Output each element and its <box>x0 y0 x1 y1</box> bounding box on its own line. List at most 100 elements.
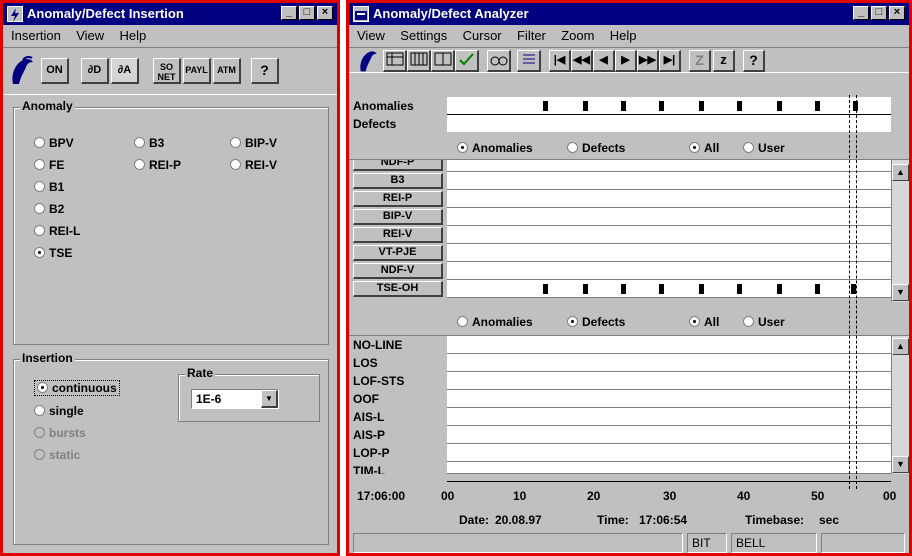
scroll-up-icon[interactable]: ▲ <box>892 164 909 181</box>
radio-fe[interactable]: FE <box>34 158 64 172</box>
scroll-down-icon[interactable]: ▼ <box>892 456 909 473</box>
filter-top-all[interactable]: All <box>689 141 719 155</box>
row-button-ndf-p[interactable]: NDF-P <box>353 160 443 171</box>
delta-d-button[interactable]: ∂D <box>81 58 109 84</box>
analyzer-window: Anomaly/Defect Analyzer _ □ × View Setti… <box>346 0 912 556</box>
filter-bottom-defects[interactable]: Defects <box>567 315 625 329</box>
filter-bottom-all[interactable]: All <box>689 315 719 329</box>
forward-icon[interactable]: ▶ <box>615 50 637 72</box>
row-button-tse-oh[interactable]: TSE-OH <box>353 281 443 297</box>
help-button[interactable]: ? <box>251 58 279 84</box>
lightning-icon <box>7 6 23 22</box>
fast-back-icon[interactable]: ◀◀ <box>571 50 593 72</box>
minimize-button[interactable]: _ <box>281 6 297 20</box>
time-cursor[interactable] <box>849 95 850 489</box>
defect-label-los: LOS <box>353 356 378 370</box>
overview-row-anomalies: Anomalies <box>349 97 909 115</box>
filter-top-anomalies[interactable]: Anomalies <box>457 141 533 155</box>
close-button[interactable]: × <box>317 6 333 20</box>
maximize-button[interactable]: □ <box>299 6 315 20</box>
menu-view[interactable]: View <box>76 28 104 43</box>
analyzer-app-icon <box>353 6 369 22</box>
menu-settings[interactable]: Settings <box>400 28 447 43</box>
axis-start-time: 17:06:00 <box>357 489 406 503</box>
radio-tse[interactable]: TSE <box>34 246 72 260</box>
menu-help[interactable]: Help <box>610 28 637 43</box>
back-icon[interactable]: ◀ <box>593 50 615 72</box>
scroll-up-icon[interactable]: ▲ <box>892 338 909 355</box>
on-button[interactable]: ON <box>41 58 69 84</box>
defect-label-no-line: NO-LINE <box>353 338 403 352</box>
radio-rei-l[interactable]: REI-L <box>34 224 80 238</box>
filter-top-defects[interactable]: Defects <box>567 141 625 155</box>
payload-button[interactable]: PAYL <box>183 58 211 84</box>
minimize-button[interactable]: _ <box>853 6 869 20</box>
close-button[interactable]: × <box>889 6 905 20</box>
axis-tick-label: 20 <box>587 489 601 503</box>
defect-label-ais-l: AIS-L <box>353 410 385 424</box>
insertion-titlebar[interactable]: Anomaly/Defect Insertion _ □ × <box>3 3 337 25</box>
radio-b1[interactable]: B1 <box>34 180 64 194</box>
analyzer-titlebar[interactable]: Anomaly/Defect Analyzer _ □ × <box>349 3 909 25</box>
row-button-rei-p[interactable]: REI-P <box>353 191 443 207</box>
sonet-button[interactable]: SO NET <box>153 58 181 84</box>
table-row: NDF-P <box>349 160 909 172</box>
axis-tick-label: 00 <box>441 489 455 503</box>
filter-bottom-anomalies[interactable]: Anomalies <box>457 315 533 329</box>
scroll-down-icon[interactable]: ▼ <box>892 284 909 301</box>
atm-button[interactable]: ATM <box>213 58 241 84</box>
delta-a-button[interactable]: ∂A <box>111 58 139 84</box>
binoculars-icon[interactable] <box>487 50 511 72</box>
table-view-icon[interactable] <box>383 50 407 72</box>
ok-check-icon[interactable] <box>455 50 479 72</box>
grid-view-icon[interactable] <box>407 50 431 72</box>
row-button-bip-v[interactable]: BIP-V <box>353 209 443 225</box>
first-icon[interactable]: |◀ <box>549 50 571 72</box>
rate-select[interactable]: 1E-6 ▼ <box>191 389 279 409</box>
menu-view[interactable]: View <box>357 28 385 43</box>
anomaly-scrollbar[interactable]: ▲ ▼ <box>891 160 909 302</box>
row-button-rei-v[interactable]: REI-V <box>353 227 443 243</box>
table-row: AIS-P <box>349 426 909 444</box>
row-button-b3[interactable]: B3 <box>353 173 443 189</box>
menu-zoom[interactable]: Zoom <box>561 28 594 43</box>
list-icon[interactable] <box>517 50 541 72</box>
radio-b3[interactable]: B3 <box>134 136 164 150</box>
menu-cursor[interactable]: Cursor <box>463 28 502 43</box>
filter-top-user[interactable]: User <box>743 141 785 155</box>
radio-rei-v[interactable]: REI-V <box>230 158 277 172</box>
overview-row-defects: Defects <box>349 115 909 133</box>
fast-forward-icon[interactable]: ▶▶ <box>637 50 659 72</box>
insertion-title: Anomaly/Defect Insertion <box>27 6 184 21</box>
menu-filter[interactable]: Filter <box>517 28 546 43</box>
table-row: BIP-V <box>349 208 909 226</box>
status-bit: BIT <box>687 533 727 553</box>
overview-section: Anomalies Defects <box>349 95 909 135</box>
menu-insertion[interactable]: Insertion <box>11 28 61 43</box>
radio-continuous[interactable]: continuous <box>34 380 120 396</box>
defect-scrollbar[interactable]: ▲ ▼ <box>891 336 909 474</box>
last-icon[interactable]: ▶| <box>659 50 681 72</box>
filter-bottom-user[interactable]: User <box>743 315 785 329</box>
overview-track-anomalies[interactable] <box>447 97 891 115</box>
track-tse-oh[interactable] <box>447 280 891 298</box>
defect-table: NO-LINE LOS LOF-STS OOF AIS-L AIS-P LOP-… <box>349 335 909 483</box>
radio-rei-p[interactable]: REI-P <box>134 158 181 172</box>
row-button-ndf-v[interactable]: NDF-V <box>353 263 443 279</box>
zoom-z-lower-button[interactable]: z <box>713 50 735 72</box>
zoom-z-upper-button[interactable]: Z <box>689 50 711 72</box>
radio-bip-v[interactable]: BIP-V <box>230 136 277 150</box>
table-row: TIM-L <box>349 462 909 474</box>
radio-b2[interactable]: B2 <box>34 202 64 216</box>
row-button-vt-pje[interactable]: VT-PJE <box>353 245 443 261</box>
split-view-icon[interactable] <box>431 50 455 72</box>
radio-bpv[interactable]: BPV <box>34 136 74 150</box>
menu-help[interactable]: Help <box>120 28 147 43</box>
help-button[interactable]: ? <box>743 50 765 72</box>
timebase-label: Timebase: <box>745 513 805 527</box>
overview-track-defects[interactable] <box>447 115 891 133</box>
chevron-down-icon[interactable]: ▼ <box>261 390 278 408</box>
axis-tick-label: 40 <box>737 489 751 503</box>
radio-single[interactable]: single <box>34 404 84 418</box>
maximize-button[interactable]: □ <box>871 6 887 20</box>
